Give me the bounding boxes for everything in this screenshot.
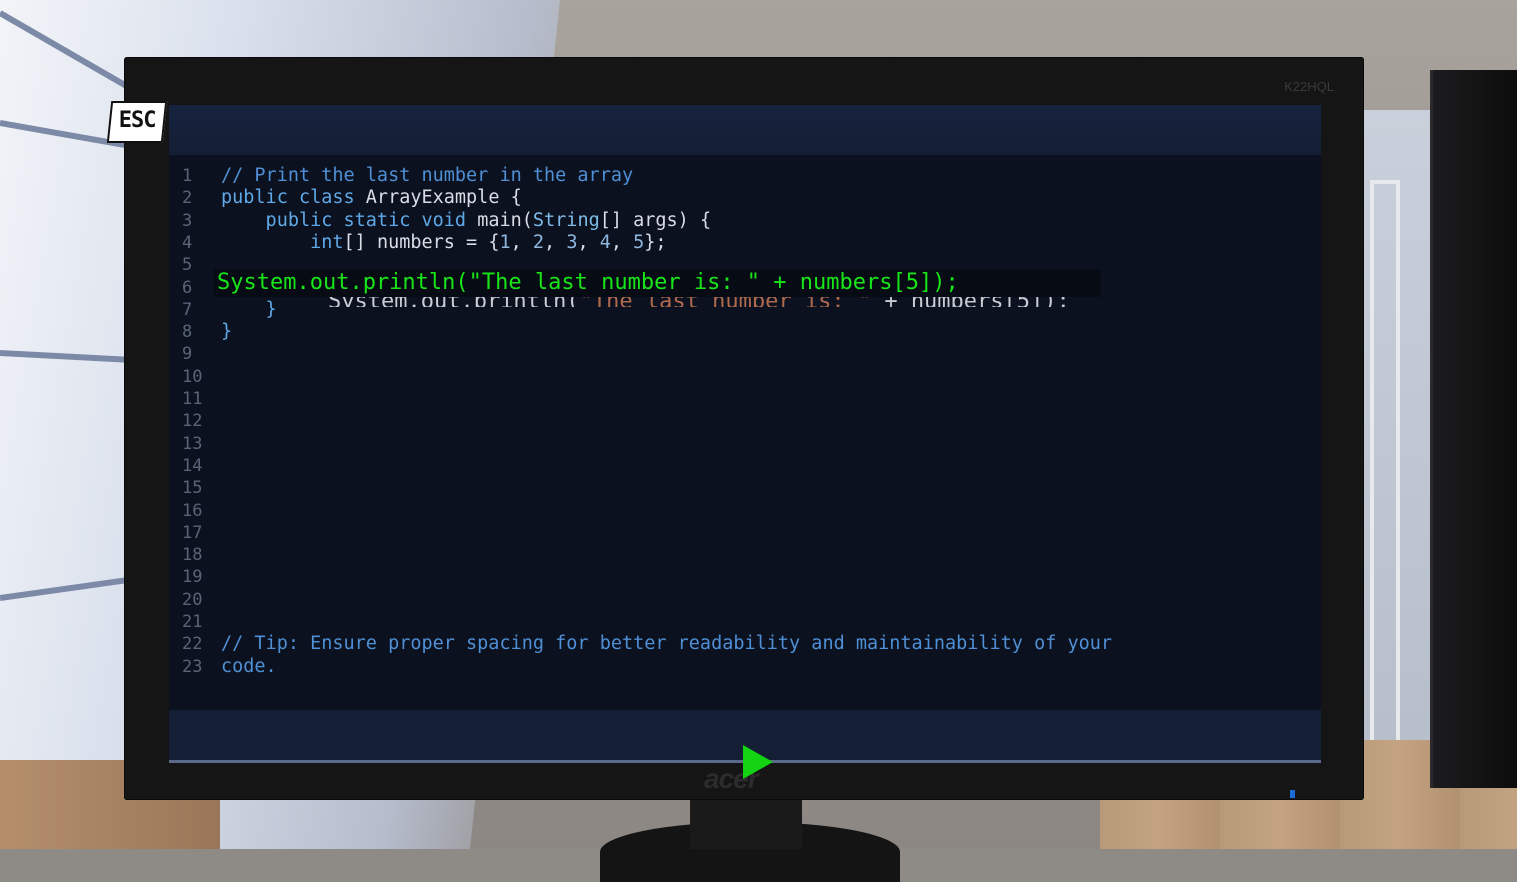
line-number: 17 (182, 522, 203, 543)
line-number: 7 (182, 299, 193, 320)
code-line: 13 (169, 433, 1321, 455)
code-token: , (544, 231, 567, 253)
line-number: 5 (182, 255, 193, 276)
line-code: } (221, 299, 277, 321)
code-line: 16 (169, 500, 1321, 522)
line-number: 12 (182, 411, 203, 432)
line-number: 19 (182, 567, 203, 588)
code-line: 8} (169, 321, 1321, 343)
line-code: int[] numbers = {1, 2, 3, 4, 5}; (221, 231, 667, 254)
code-token: code. (221, 655, 277, 677)
line-code: } (221, 321, 232, 343)
line-number: 23 (182, 656, 203, 677)
line-number: 3 (182, 210, 193, 231)
line-number: 21 (182, 612, 203, 632)
run-button[interactable] (743, 745, 773, 779)
window-right (1362, 110, 1432, 800)
code-line: 23 code. (169, 656, 1321, 678)
code-line: 3 public static void main(String[] args)… (169, 210, 1321, 232)
line-number: 22 (182, 634, 203, 655)
line-number: 9 (182, 344, 193, 365)
code-token: 4 (599, 231, 611, 253)
draggable-code-line[interactable]: System.out.println("The last number is: … (214, 269, 1101, 297)
power-led (1290, 790, 1295, 798)
code-token: 1 (499, 231, 511, 253)
code-token: String (532, 209, 600, 231)
code-token: , (577, 231, 600, 253)
window-frame-line (0, 350, 130, 363)
code-token: [] numbers = { (343, 231, 500, 253)
code-token: // Tip: Ensure proper spacing for better… (221, 633, 1113, 655)
code-line: 4 int[] numbers = {1, 2, 3, 4, 5}; (169, 232, 1321, 254)
code-token: , (510, 231, 533, 253)
code-token: 5 (633, 231, 645, 253)
code-token: 3 (566, 231, 578, 253)
code-line: 21 (169, 611, 1321, 633)
monitor: K22HQL acer 1// Print the last number in… (124, 57, 1364, 800)
line-number: 18 (182, 545, 203, 566)
code-line: 9 (169, 343, 1321, 365)
code-token: public static void (221, 209, 478, 231)
line-number: 10 (182, 366, 203, 387)
code-screen: 1// Print the last number in the array 2 p… (169, 105, 1321, 779)
line-code: // Print the last number in the array (221, 165, 633, 187)
code-editor: 1// Print the last number in the array 2 p… (169, 155, 1321, 710)
monitor-model-label: K22HQL (1284, 79, 1334, 94)
code-line: 15 (169, 477, 1321, 499)
esc-button[interactable]: ESC (106, 101, 168, 143)
code-token: main( (477, 209, 533, 231)
line-number: 4 (182, 232, 193, 253)
code-line: 14 (169, 455, 1321, 477)
code-token: } (221, 321, 233, 343)
code-token: , (610, 231, 634, 253)
line-number: 1 (182, 166, 193, 186)
monitor-stand (690, 800, 802, 849)
code-line: 17 (169, 522, 1321, 544)
line-number: 15 (182, 478, 203, 499)
code-token: ArrayExample { (365, 187, 522, 209)
line-number: 11 (182, 389, 203, 409)
code-line: 11 (169, 388, 1321, 410)
line-number: 20 (182, 589, 203, 610)
code-line: 10 (169, 366, 1321, 388)
code-line: 22 // Tip: Ensure proper spacing for bett… (169, 633, 1321, 655)
line-code: // Tip: Ensure proper spacing for better… (221, 633, 1112, 655)
code-line: 1 // Print the last number in the array (169, 165, 1321, 187)
code-token: public class (221, 187, 366, 209)
line-number: 14 (182, 455, 203, 476)
window-frame-line (0, 576, 130, 601)
code-line: 12 (169, 410, 1321, 432)
code-line: 20 (169, 589, 1321, 611)
code-line: 18 (169, 544, 1321, 566)
esc-button-label: ESC (118, 108, 156, 133)
line-number: 16 (182, 500, 203, 521)
line-number: 2 (182, 188, 193, 209)
code-token: int (221, 231, 344, 253)
line-number: 8 (182, 322, 193, 343)
line-code: public class ArrayExample { (221, 187, 522, 209)
code-token: [] args) { (599, 209, 712, 231)
line-code: code. (221, 656, 277, 678)
code-token: 2 (532, 231, 545, 253)
adjacent-monitor (1430, 70, 1517, 788)
code-token: // Print the last number in the array (221, 165, 634, 186)
code-line: 19 (169, 566, 1321, 588)
code-token: } (221, 298, 277, 320)
line-number: 13 (182, 433, 203, 454)
line-number: 6 (182, 277, 193, 298)
line-code: public static void main(String[] args) { (221, 209, 712, 232)
screen-top-bar (169, 105, 1321, 155)
code-line: 2 public class ArrayExample { (169, 187, 1321, 209)
code-token: }; (644, 231, 667, 253)
